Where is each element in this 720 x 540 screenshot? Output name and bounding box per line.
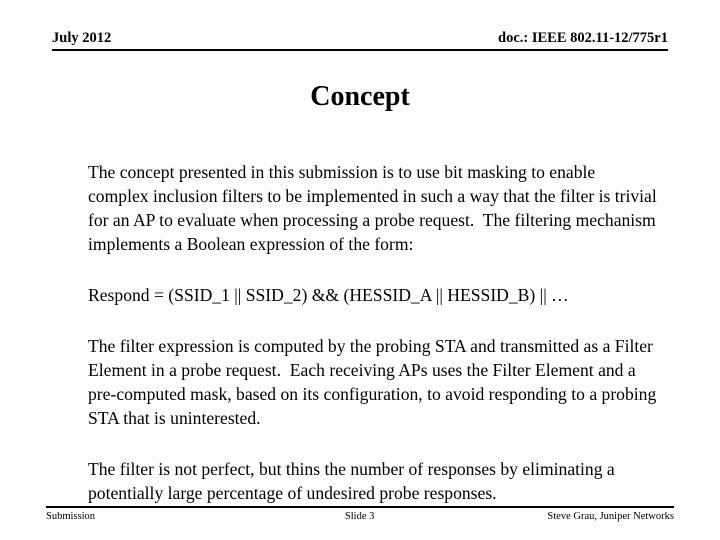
- header-divider: [52, 49, 668, 51]
- footer-author: Steve Grau, Juniper Networks: [547, 511, 674, 522]
- header-date: July 2012: [52, 30, 112, 46]
- footer-slide-number: Slide 3: [344, 511, 375, 522]
- slide-title: Concept: [310, 81, 410, 112]
- footer-row: Submission Slide 3 Steve Grau, Juniper N…: [46, 510, 674, 524]
- page-footer: Submission Slide 3 Steve Grau, Juniper N…: [46, 506, 674, 524]
- body-paragraph-3: The filter is not perfect, but thins the…: [88, 459, 620, 503]
- footer-divider: [46, 506, 674, 508]
- page-header: July 2012 doc.: IEEE 802.11-12/775r1: [52, 30, 668, 52]
- body-paragraph-2: The filter expression is computed by the…: [88, 336, 661, 428]
- header-document-id: doc.: IEEE 802.11-12/775r1: [498, 30, 668, 46]
- header-row: July 2012 doc.: IEEE 802.11-12/775r1: [52, 30, 668, 47]
- footer-submission-label: Submission: [46, 511, 96, 522]
- slide-body: The concept presented in this submission…: [88, 160, 658, 505]
- boolean-expression: Respond = (SSID_1 || SSID_2) && (HESSID_…: [88, 285, 569, 305]
- body-paragraph-1: The concept presented in this submission…: [88, 162, 662, 254]
